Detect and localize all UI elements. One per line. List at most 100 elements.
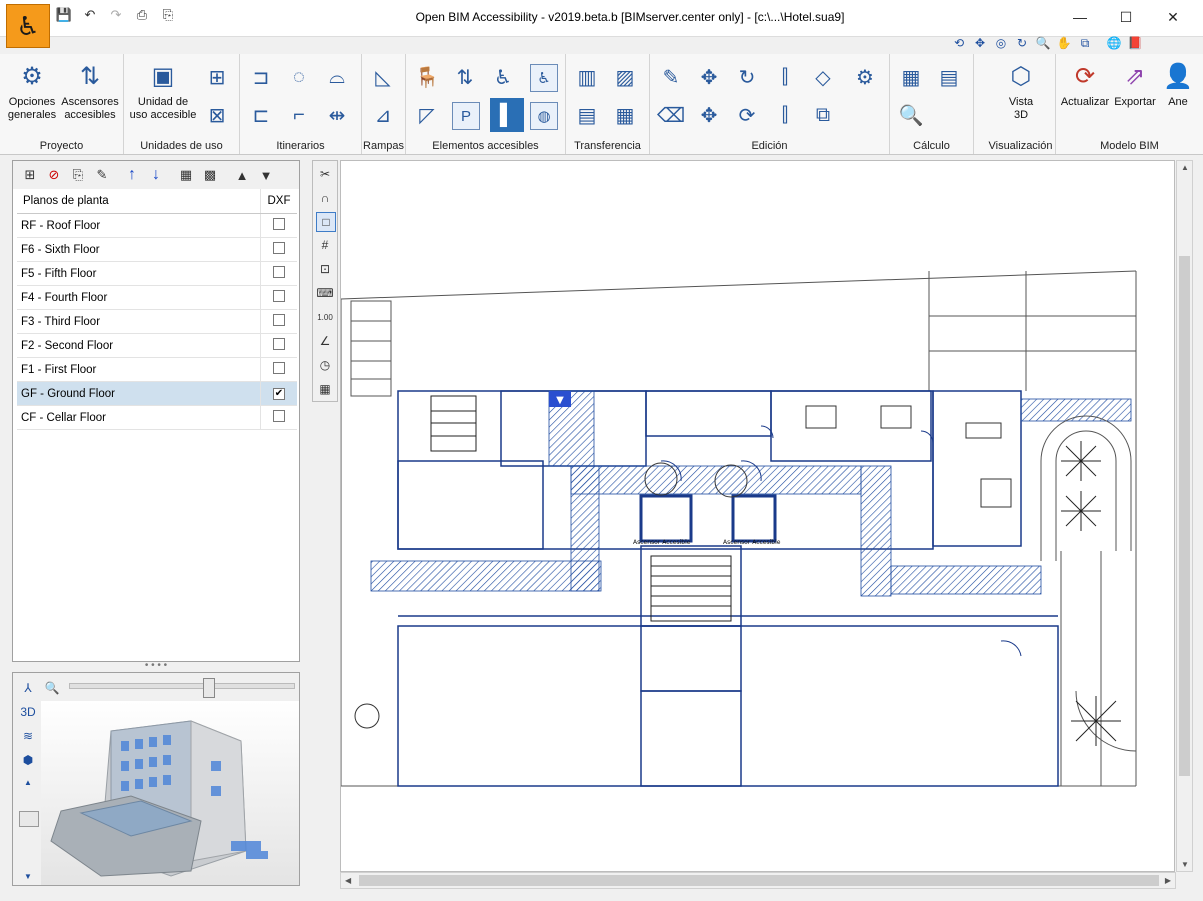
dxf-checkbox[interactable]	[273, 362, 285, 374]
scroll-right-arrow[interactable]: ▶	[1165, 876, 1171, 885]
collapse-up-icon[interactable]: ▲	[233, 166, 251, 184]
keyboard-icon[interactable]: ⌨	[316, 284, 334, 302]
redraw-icon[interactable]: ↻	[1013, 34, 1031, 52]
help-book-icon[interactable]: 📕	[1126, 34, 1144, 52]
floor-row[interactable]: RF - Roof Floor	[17, 213, 297, 238]
accessible-door-icon[interactable]: ▌	[490, 98, 524, 132]
elevator-small-icon[interactable]: ⇅	[448, 60, 482, 94]
dxf-checkbox[interactable]	[273, 410, 285, 422]
scrollbar-thumb[interactable]	[359, 875, 1159, 886]
vista-3d-button[interactable]: ⬡ Vista 3D	[996, 60, 1046, 122]
window-icon[interactable]: ⧉	[1076, 34, 1094, 52]
zoom-icon[interactable]: 🔍	[43, 679, 61, 697]
dxf-manage-icon[interactable]: ▩	[201, 166, 219, 184]
scroll-down-arrow[interactable]: ▼	[1181, 860, 1189, 869]
floor-row[interactable]: F6 - Sixth Floor	[17, 237, 297, 262]
scroll-up-arrow[interactable]: ▲	[1181, 163, 1189, 172]
shield-icon[interactable]: ⬢	[19, 751, 37, 769]
undo-icon[interactable]: ↶	[82, 7, 98, 23]
slider-thumb[interactable]	[203, 678, 215, 698]
floor-row[interactable]: GF - Ground Floor ✔	[17, 381, 297, 406]
mirror-icon[interactable]: ⫿	[768, 60, 802, 94]
vertical-scrollbar[interactable]: ▲ ▼	[1176, 160, 1193, 872]
dxf-checkbox[interactable]	[273, 290, 285, 302]
axes-icon[interactable]: ⅄	[19, 679, 37, 697]
ascensores-accesibles-button[interactable]: ⇅ Ascensores accesibles	[60, 60, 120, 122]
calculator-icon[interactable]: ▦	[894, 60, 928, 94]
route-turn-icon[interactable]: ⌓	[320, 60, 354, 94]
exportar-button[interactable]: ⇗ Exportar	[1112, 60, 1158, 109]
report-icon[interactable]: ▤	[932, 60, 966, 94]
angle-icon[interactable]: ∠	[316, 332, 334, 350]
opciones-generales-button[interactable]: ⚙ Opciones generales	[4, 60, 60, 122]
app-logo-icon[interactable]: ♿	[6, 4, 50, 48]
3d-icon[interactable]: 3D	[19, 703, 37, 721]
pan-icon[interactable]: ✥	[971, 34, 989, 52]
route-circle-icon[interactable]: ◌	[282, 60, 316, 94]
route-corridor-icon[interactable]: ⊏	[244, 98, 278, 132]
zoom-extents-icon[interactable]: ◎	[992, 34, 1010, 52]
drawing-canvas[interactable]: ▼ Ascensor Accesible Ascensor Accesible	[340, 160, 1175, 872]
transfer-side-icon[interactable]: ▤	[570, 98, 604, 132]
floor-row[interactable]: F2 - Second Floor	[17, 333, 297, 358]
move-up-icon[interactable]: ↑	[123, 166, 141, 184]
mirror-copy-icon[interactable]: ⫿	[768, 98, 802, 132]
new-floor-icon[interactable]: ⊞	[21, 166, 39, 184]
copy-floor-icon[interactable]: ⎘	[69, 166, 87, 184]
floor-row[interactable]: F1 - First Floor	[17, 357, 297, 382]
dxf-checkbox[interactable]	[273, 218, 285, 230]
floor-row[interactable]: F5 - Fifth Floor	[17, 261, 297, 286]
hand-icon[interactable]: ✋	[1055, 34, 1073, 52]
slope-icon[interactable]: ◸	[410, 98, 444, 132]
delete-unit-icon[interactable]: ⊠	[200, 98, 234, 132]
scroll-up-icon[interactable]: ▲	[19, 773, 37, 791]
parking-icon[interactable]: P	[452, 102, 480, 130]
snap-point-icon[interactable]: ⊡	[316, 260, 334, 278]
orbit-icon[interactable]: ◷	[316, 356, 334, 374]
scrollbar-thumb[interactable]	[1179, 256, 1190, 776]
close-button[interactable]: ✕	[1150, 0, 1196, 34]
magnifier-icon[interactable]: 🔍	[894, 98, 928, 132]
ramp-flat-icon[interactable]: ⊿	[366, 98, 400, 132]
floor-row[interactable]: F3 - Third Floor	[17, 309, 297, 334]
magnet-icon[interactable]: ∩	[316, 189, 334, 207]
eraser-icon[interactable]: ⌫	[654, 98, 688, 132]
transfer-area-icon[interactable]: ▨	[608, 60, 642, 94]
move-down-icon[interactable]: ↓	[147, 166, 165, 184]
accessible-sign-icon[interactable]: ♿	[530, 64, 558, 92]
route-width-icon[interactable]: ⇹	[320, 98, 354, 132]
select-rectangle-icon[interactable]: □	[316, 212, 336, 232]
rotate-point-icon[interactable]: ⟳	[730, 98, 764, 132]
panel-splitter[interactable]: • • • •	[12, 661, 300, 671]
dxf-checkbox[interactable]	[273, 338, 285, 350]
zoom-previous-icon[interactable]: ⟲	[950, 34, 968, 52]
seat-icon[interactable]: 🪑	[410, 60, 444, 94]
stair-lift-icon[interactable]: ♿	[486, 60, 520, 94]
minimize-button[interactable]: —	[1057, 0, 1103, 34]
ramp-icon[interactable]: ◺	[366, 60, 400, 94]
dxf-checkbox[interactable]	[273, 242, 285, 254]
vertical-slider-thumb[interactable]	[19, 811, 39, 827]
redo-icon[interactable]: ↷	[108, 7, 124, 23]
scale-icon[interactable]: 1.00	[316, 308, 334, 326]
3d-model-view[interactable]	[41, 701, 299, 885]
scroll-down-icon[interactable]: ▼	[19, 867, 37, 885]
dxf-import-icon[interactable]: ▦	[177, 166, 195, 184]
move-icon[interactable]: ✥	[692, 60, 726, 94]
zoom-window-icon[interactable]: 🔍	[1034, 34, 1052, 52]
settings-gear-icon[interactable]: ⚙	[848, 60, 882, 94]
maximize-button[interactable]: ☐	[1103, 0, 1149, 34]
zoom-slider[interactable]	[69, 683, 295, 689]
floor-row[interactable]: F4 - Fourth Floor	[17, 285, 297, 310]
unidad-uso-accesible-button[interactable]: ▣ Unidad de uso accesible	[126, 60, 200, 122]
light-icon[interactable]: ◍	[530, 102, 558, 130]
scroll-left-arrow[interactable]: ◀	[345, 876, 351, 885]
dxf-checkbox[interactable]	[273, 314, 285, 326]
route-path-icon[interactable]: ⌐	[282, 98, 316, 132]
edit-pencil-icon[interactable]: ✎	[654, 60, 688, 94]
print-icon[interactable]: ⎙	[134, 7, 150, 23]
layers-icon[interactable]: ≋	[19, 727, 37, 745]
dxf-checkbox[interactable]	[273, 266, 285, 278]
print-preview-icon[interactable]: ⎘	[160, 7, 176, 23]
tools-icon[interactable]: ✂	[316, 165, 334, 183]
